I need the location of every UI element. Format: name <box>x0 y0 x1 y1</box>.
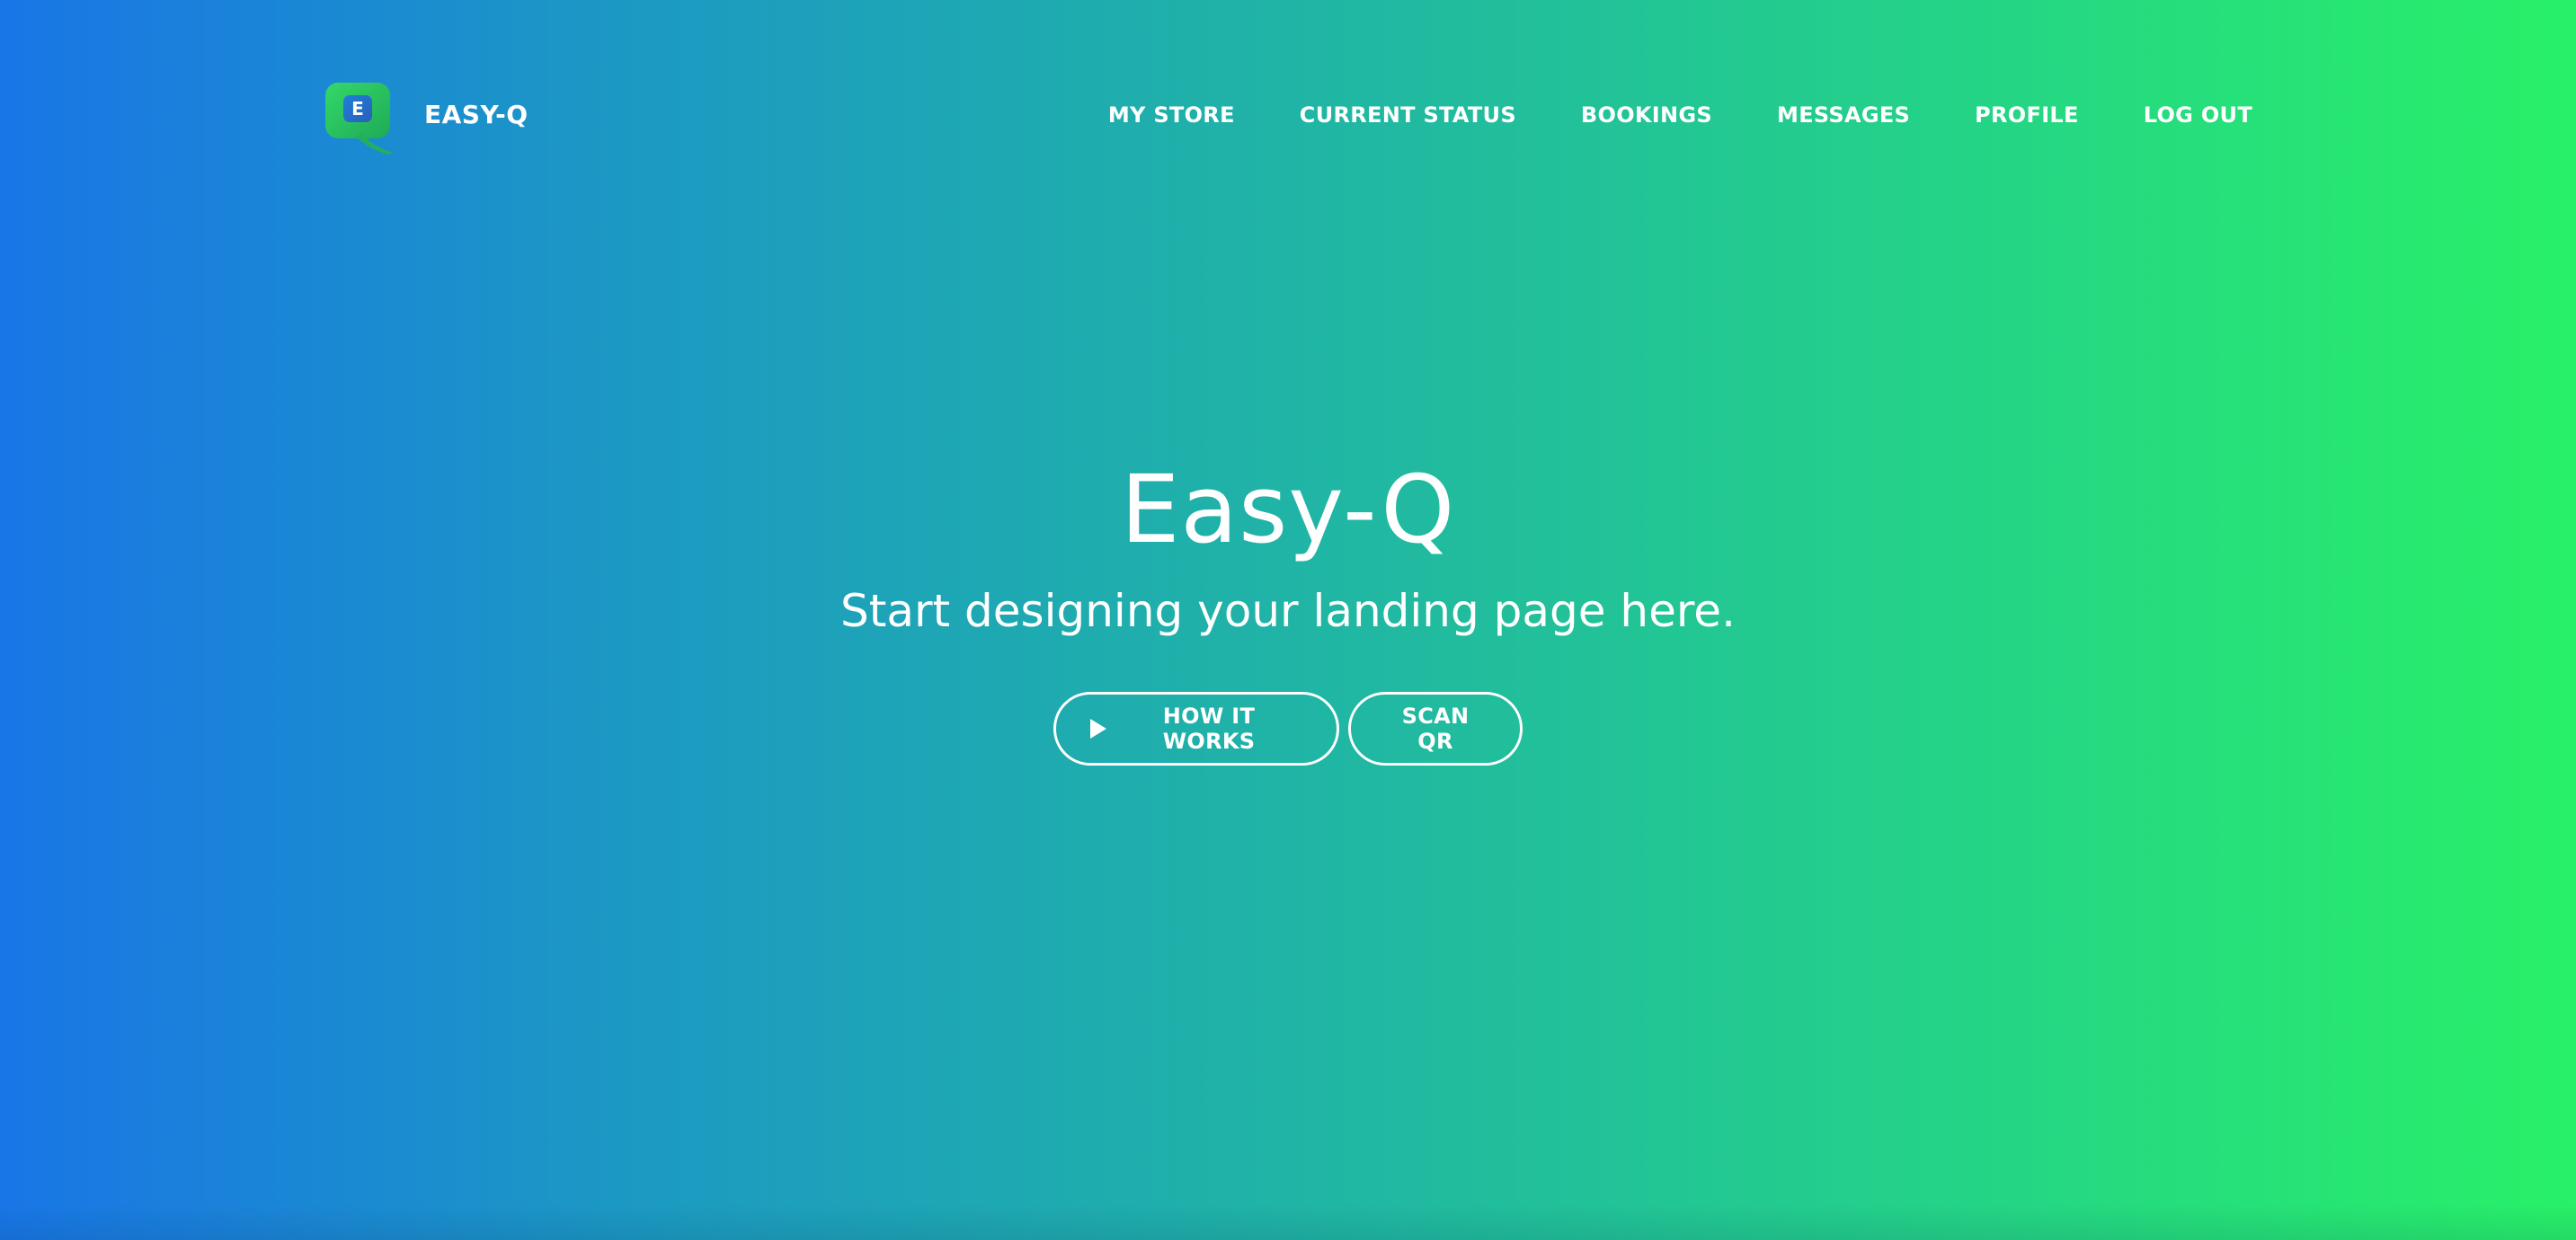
brand-link[interactable]: E EASY-Q <box>325 77 529 158</box>
hero-section: Easy-Q Start designing your landing page… <box>0 458 2576 766</box>
nav-item-current-status[interactable]: CURRENT STATUS <box>1300 102 1516 128</box>
scan-qr-label: SCAN QR <box>1401 704 1470 755</box>
nav-item-my-store[interactable]: MY STORE <box>1108 102 1235 128</box>
how-it-works-label: HOW IT WORKS <box>1162 704 1256 755</box>
main-nav: MY STORE CURRENT STATUS BOOKINGS MESSAGE… <box>1108 102 2252 128</box>
play-icon <box>1090 719 1106 740</box>
nav-item-profile[interactable]: PROFILE <box>1975 102 2079 128</box>
nav-item-bookings[interactable]: BOOKINGS <box>1581 102 1712 128</box>
svg-text:E: E <box>351 98 364 120</box>
nav-item-log-out[interactable]: LOG OUT <box>2144 102 2252 128</box>
scan-qr-button[interactable]: SCAN QR <box>1348 692 1523 766</box>
hero-buttons: HOW IT WORKS SCAN QR <box>0 692 2576 766</box>
hero-title: Easy-Q <box>1120 455 1456 564</box>
bottom-shadow <box>0 1204 2576 1240</box>
easy-q-logo-icon: E <box>325 81 395 155</box>
brand-name: EASY-Q <box>424 100 529 129</box>
hero-subtitle: Start designing your landing page here. <box>840 585 1736 638</box>
nav-item-messages[interactable]: MESSAGES <box>1777 102 1910 128</box>
navbar: E EASY-Q MY STORE CURRENT STATUS BOOKING… <box>0 0 2576 234</box>
how-it-works-button[interactable]: HOW IT WORKS <box>1053 692 1339 766</box>
